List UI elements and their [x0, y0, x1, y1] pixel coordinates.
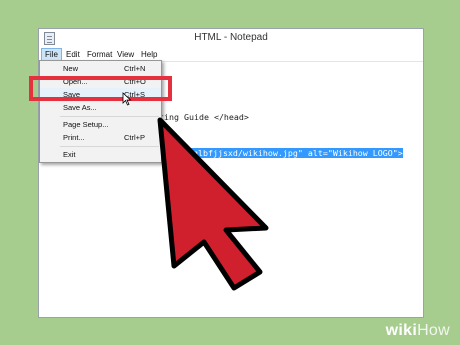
watermark-how: How: [417, 322, 450, 339]
red-arrow-icon: [157, 117, 269, 291]
menu-item-new[interactable]: New Ctrl+N: [40, 62, 161, 76]
watermark-wiki: wiki: [385, 322, 418, 339]
window-title: HTML - Notepad: [194, 32, 268, 43]
menu-item-label: Print...: [63, 133, 85, 142]
wikihow-watermark: wikiHow: [386, 322, 450, 340]
mouse-cursor-icon: [122, 92, 132, 106]
menu-item-label: New: [63, 64, 79, 73]
menu-item-label: Exit: [63, 150, 76, 159]
title-bar: HTML - Notepad: [39, 29, 423, 48]
save-highlight-box: [29, 76, 172, 101]
menu-item-label: Page Setup...: [63, 120, 109, 129]
menu-item-shortcut: Ctrl+N: [124, 64, 146, 73]
menu-item-label: Save As...: [63, 103, 97, 112]
